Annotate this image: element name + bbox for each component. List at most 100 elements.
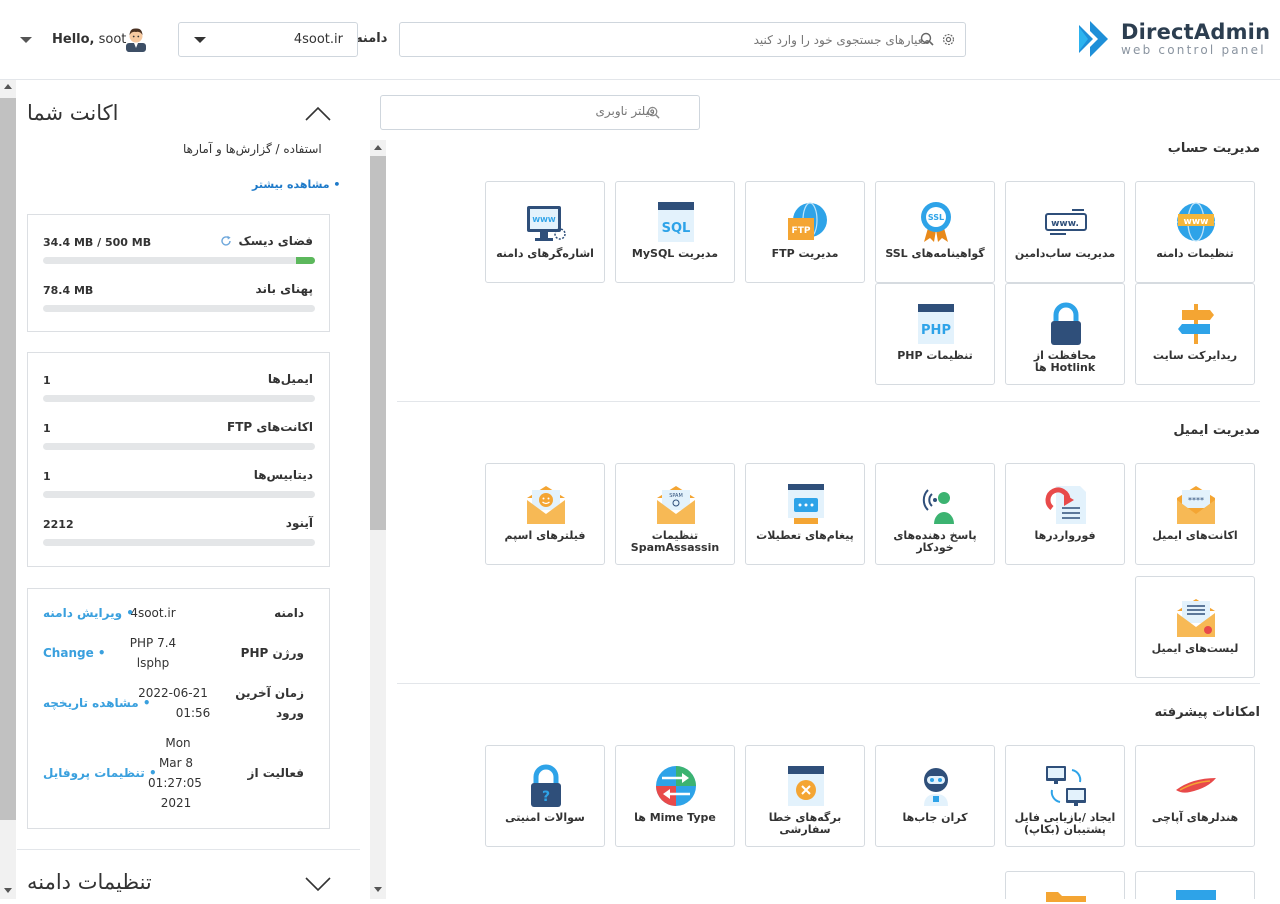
directadmin-logo[interactable]: DirectAdmin web control panel	[1076, 16, 1270, 66]
domain-settings-section-title[interactable]: تنظیمات دامنه	[27, 870, 152, 894]
tile-label: هندلرهای آپاچی	[1151, 811, 1239, 824]
email-account-icon: ****	[1177, 486, 1215, 524]
tile-mysql-management[interactable]: SQL مدیریت MySQL	[615, 181, 735, 283]
ftp-accounts-label: اکانت‌های FTP	[227, 420, 313, 434]
emails-bar	[43, 395, 315, 402]
subdomain-icon: www.	[1045, 209, 1087, 235]
tile-label: پیغام‌های تعطیلات	[756, 529, 854, 542]
domain-select[interactable]: 4soot.ir	[178, 22, 358, 57]
svg-text:SQL: SQL	[662, 221, 691, 236]
info-php-label: ورژن PHP	[240, 646, 304, 660]
scroll-up-icon[interactable]	[374, 145, 382, 150]
signpost-icon	[1178, 304, 1214, 344]
logo-subtitle: web control panel	[1121, 43, 1266, 57]
partial-icon	[1176, 890, 1216, 900]
scroll-down-icon[interactable]	[4, 888, 12, 893]
scroll-up-icon[interactable]	[4, 84, 12, 89]
svg-text:SPAM: SPAM	[669, 493, 683, 499]
tile-subdomain-management[interactable]: www. مدیریت ساب‌دامین	[1005, 181, 1125, 283]
tile-autoresponders[interactable]: پاسخ دهنده‌های خودکار	[875, 463, 995, 565]
tile-label: اشاره‌گرهای دامنه	[496, 247, 594, 260]
search-icon[interactable]	[647, 106, 660, 119]
backup-icon	[1046, 766, 1086, 806]
info-last-login-label: زمان آخرین	[235, 686, 304, 700]
tile-backup-restore[interactable]: ایجاد /بازیابی فایل پشتیبان (بکاپ)	[1005, 745, 1125, 847]
databases-bar	[43, 491, 315, 498]
scrollbar-thumb[interactable]	[370, 156, 386, 530]
edit-domain-link[interactable]: • ویرایش دامنه	[43, 606, 134, 620]
username: soot	[98, 32, 127, 47]
sidebar-scrollbar[interactable]	[0, 80, 16, 899]
security-question-icon: ?	[531, 764, 561, 807]
mime-type-icon	[656, 766, 696, 806]
tile-custom-error-pages[interactable]: برگه‌های خطا سفارشی	[745, 745, 865, 847]
tile-email-accounts[interactable]: **** اکانت‌های ایمیل	[1135, 463, 1255, 565]
tile-site-redirection[interactable]: ریدایرکت سایت	[1135, 283, 1255, 385]
tile-label: محافظت از Hotlink ها	[1033, 349, 1097, 374]
tile-apache-handlers[interactable]: هندلرهای آپاچی	[1135, 745, 1255, 847]
databases-label: دیتابیس‌ها	[253, 468, 313, 482]
main-scrollbar[interactable]	[370, 140, 386, 899]
tile-domain-settings[interactable]: www تنظیمات دامنه	[1135, 181, 1255, 283]
tile-label: مدیریت MySQL	[631, 247, 719, 260]
error-page-icon	[788, 766, 824, 806]
tile-label: ریدایرکت سایت	[1152, 349, 1238, 362]
tile-spam-filters[interactable]: فیلترهای اسپم	[485, 463, 605, 565]
tile-spamassassin-settings[interactable]: SPAM تنظیمات SpamAssassin	[615, 463, 735, 565]
tile-forwarders[interactable]: فورواردرها	[1005, 463, 1125, 565]
disk-usage-fill	[296, 257, 315, 264]
chevron-down-icon[interactable]	[305, 876, 331, 892]
tile-next-row[interactable]	[1005, 871, 1125, 902]
tile-label: پاسخ دهنده‌های خودکار	[893, 529, 977, 554]
tile-label: سوالات امنیتی	[505, 811, 585, 824]
profile-settings-link[interactable]: • تنظیمات پروفایل	[43, 766, 157, 780]
avatar[interactable]	[125, 26, 147, 52]
tile-php-settings[interactable]: PHP تنظیمات PHP	[875, 283, 995, 385]
global-search[interactable]	[399, 22, 966, 57]
svg-text:PHP: PHP	[921, 323, 951, 338]
tile-next-row[interactable]	[1135, 871, 1255, 900]
ssl-badge-icon: SSL	[921, 202, 951, 242]
navigation-filter-input[interactable]	[395, 104, 655, 118]
gear-icon[interactable]	[941, 32, 956, 47]
tile-domain-pointers[interactable]: WWW اشاره‌گرهای دامنه	[485, 181, 605, 283]
tile-ssl-certificates[interactable]: SSL گواهینامه‌های SSL	[875, 181, 995, 283]
see-more-link[interactable]: • مشاهده بیشتر	[252, 178, 340, 191]
tile-vacation-messages[interactable]: پیغام‌های تعطیلات	[745, 463, 865, 565]
tile-label: Mime Type ها	[634, 811, 716, 824]
php-icon: PHP	[918, 304, 954, 344]
tile-label: تنظیمات PHP	[897, 349, 973, 362]
tile-hotlink-protection[interactable]: محافظت از Hotlink ها	[1005, 283, 1125, 385]
view-history-link[interactable]: • مشاهده تاریخچه	[43, 696, 151, 710]
tile-mime-types[interactable]: Mime Type ها	[615, 745, 735, 847]
disk-bandwidth-card: فضای دیسک 34.4 MB / 500 MB پهنای باند 78…	[27, 214, 330, 332]
search-icon[interactable]	[920, 32, 934, 46]
tile-label: برگه‌های خطا سفارشی	[768, 811, 842, 836]
emails-value: 1	[43, 374, 51, 387]
svg-text:WWW: WWW	[532, 216, 555, 224]
spam-filter-icon	[527, 486, 565, 524]
account-section-title[interactable]: اکانت شما	[27, 101, 119, 125]
chevron-up-icon[interactable]	[305, 106, 331, 122]
navigation-filter[interactable]	[380, 95, 700, 130]
apache-feather-icon	[1176, 778, 1216, 793]
tile-cron-jobs[interactable]: کران جاب‌ها	[875, 745, 995, 847]
scrollbar-thumb[interactable]	[0, 98, 16, 820]
refresh-icon[interactable]	[220, 235, 232, 247]
scroll-down-icon[interactable]	[374, 887, 382, 892]
change-php-link[interactable]: • Change	[43, 646, 106, 660]
search-input[interactable]	[440, 30, 930, 50]
tile-label: لیست‌های ایمیل	[1151, 642, 1239, 655]
user-greeting[interactable]: Hello, soot	[52, 32, 126, 47]
tile-ftp-management[interactable]: FTP مدیریت FTP	[745, 181, 865, 283]
directadmin-logo-mark-icon	[1079, 21, 1108, 57]
svg-text:www: www	[1184, 217, 1209, 227]
user-menu-chevron-icon[interactable]	[20, 37, 32, 43]
ftp-accounts-bar	[43, 443, 315, 450]
tile-mailing-lists[interactable]: لیست‌های ایمیل	[1135, 576, 1255, 678]
inodes-bar	[43, 539, 315, 546]
svg-text:www.: www.	[1051, 219, 1079, 229]
tile-security-questions[interactable]: ? سوالات امنیتی	[485, 745, 605, 847]
bandwidth-value: 78.4 MB	[43, 284, 94, 297]
disk-label: فضای دیسک	[238, 234, 313, 248]
